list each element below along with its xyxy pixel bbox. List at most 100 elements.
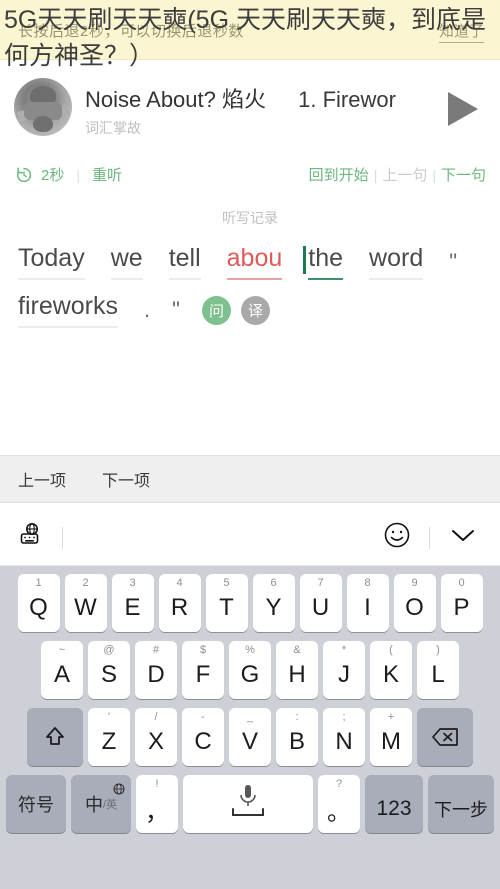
text-caret [303,246,307,274]
smiley-icon[interactable] [383,521,411,554]
prev-item-button[interactable]: 上一项 [18,467,66,491]
key-hint: ( [389,644,393,656]
dictation-word[interactable]: word [369,244,424,280]
key-hint: ! [155,778,159,790]
player-header: Noise About? 焰火 1. Firewor 词汇掌故 [0,60,500,155]
shift-arrow-icon[interactable] [27,708,83,766]
comma-key[interactable]: !， [136,775,178,833]
key-label: Y [265,594,282,621]
key-u[interactable]: 7U [299,574,342,632]
key-t[interactable]: 5T [205,574,248,632]
key-hint: ; [342,711,346,723]
dictation-word-error[interactable]: abou [226,244,283,280]
key-label: U [311,594,330,621]
key-r[interactable]: 4R [158,574,201,632]
key-label: L [431,661,445,688]
key-q[interactable]: 1Q [17,574,60,632]
key-hint: 4 [176,577,183,589]
next-item-button[interactable]: 下一项 [102,467,150,491]
key-y[interactable]: 6Y [252,574,295,632]
key-a[interactable]: ~ A [41,641,83,699]
key-hint: * [341,644,347,656]
dictation-word[interactable]: we [110,244,143,280]
key-hint: _ [246,711,254,723]
translate-button[interactable]: 译 [240,296,270,325]
key-label: D [147,661,165,688]
virtual-keyboard: 1Q 2W 3E 4R 5T 6Y 7U 8I 9O 0P ~ A @ S # D $… [0,566,500,889]
key-p[interactable]: 0P [440,574,483,632]
key-h[interactable]: & H [276,641,318,699]
keyboard-toolbar [0,510,500,566]
key-label: Z [101,728,117,755]
key-v[interactable]: _ V [229,708,271,766]
key-z[interactable]: ' Z [88,708,130,766]
key-b[interactable]: :B [276,708,318,766]
rewind-circle-icon[interactable] [14,165,34,185]
key-label: B [288,728,305,755]
key-c[interactable]: -C [182,708,224,766]
language-toggle-key[interactable]: 中/英 [71,775,131,833]
rewind-seconds-label[interactable]: 2秒 [41,164,64,185]
globe-keyboard-icon[interactable] [18,522,44,553]
key-i[interactable]: 8I [346,574,389,632]
dictation-word-active[interactable]: the [303,244,344,280]
next-sentence-button[interactable]: 下一句 [441,164,486,185]
key-hint: & [293,644,301,656]
symbols-key[interactable]: 符号 [6,775,66,833]
key-label: H [288,661,306,688]
next-step-key[interactable]: 下一步 [428,775,494,833]
key-label: W [74,594,97,621]
replay-button[interactable]: 重听 [92,164,122,185]
key-label: J [338,661,350,688]
key-hint: 7 [317,577,324,589]
key-l[interactable]: ) L [417,641,459,699]
track-title-text: Noise About? 焰火 [85,87,266,112]
key-k[interactable]: (K [370,641,412,699]
key-e[interactable]: 3E [111,574,154,632]
key-label: E [124,594,141,621]
back-to-start-button[interactable]: 回到开始 [309,164,369,185]
key-hint: 6 [270,577,277,589]
key-hint: 8 [364,577,371,589]
dictation-app-screen: 长按后退2秒，可以切换后退秒数 知道了 5G天天刷天天奭(5G 天天刷天天奭，到… [0,0,500,889]
playback-controls: 2秒 | 重听 回到开始 | 上一句 | 下一句 [0,155,500,197]
key-s[interactable]: @ S [88,641,130,699]
dictation-word[interactable]: Today [18,244,85,280]
backspace-icon[interactable] [417,708,473,766]
key-label: T [219,594,234,621]
chevron-down-icon[interactable] [448,525,478,550]
key-hint: ~ [58,644,66,656]
key-n[interactable]: ; N [323,708,365,766]
key-hint: 1 [35,577,42,589]
dictation-word[interactable]: tell [168,244,201,280]
period-key[interactable]: ?。 [318,775,360,833]
toolbar-divider-1 [62,526,63,549]
prev-sentence-button[interactable]: 上一句 [382,164,427,185]
track-title: Noise About? 焰火 1. Firewor [85,82,405,114]
key-x[interactable]: / X [135,708,177,766]
numeric-key[interactable]: 123 [365,775,423,833]
key-w[interactable]: 2W [64,574,107,632]
key-label: G [240,661,260,688]
key-hint: + [387,711,395,723]
key-label: F [195,661,211,688]
avatar[interactable] [14,78,72,136]
play-triangle-icon[interactable] [448,92,482,126]
key-o[interactable]: 9O [393,574,436,632]
key-d[interactable]: # D [135,641,177,699]
key-hint: ? [335,778,343,790]
key-f[interactable]: $ F [182,641,224,699]
key-hint: 5 [223,577,230,589]
key-label: 123 [376,797,412,820]
space-key[interactable] [183,775,313,833]
dictation-section-label: 听写记录 [222,210,278,226]
key-g[interactable]: % G [229,641,271,699]
dictation-word[interactable]: fireworks [18,292,119,328]
key-label: X [147,728,164,755]
key-j[interactable]: * J [323,641,365,699]
key-m[interactable]: + M [370,708,412,766]
ask-button[interactable]: 问 [201,296,231,325]
dictation-punctuation: . [144,297,151,322]
key-label: Q [29,594,48,621]
tip-banner-ack-button[interactable]: 知道了 [438,20,484,43]
